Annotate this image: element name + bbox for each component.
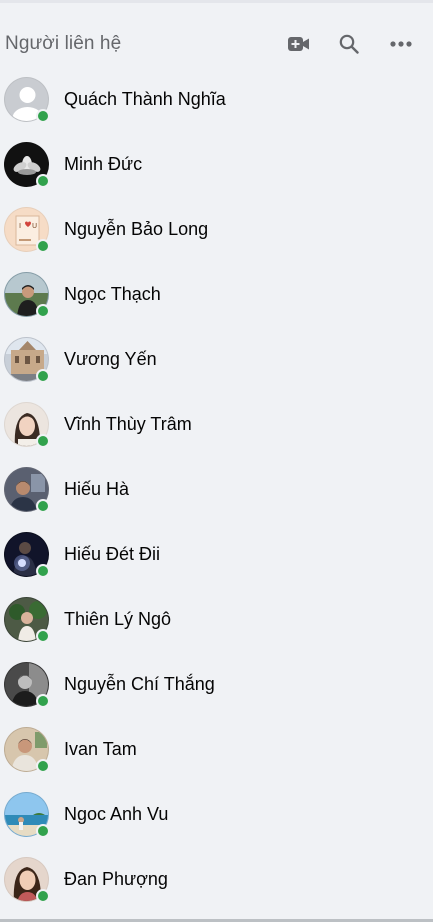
contact-name: Vương Yến [64,349,157,369]
online-status-dot [36,759,50,773]
contact-name: Nguyễn Chí Thắng [64,674,215,694]
contact-name: Ivan Tam [64,739,137,759]
online-status-dot [36,174,50,188]
contact-row[interactable]: I U Nguyễn Bảo Long [0,200,433,260]
contact-row[interactable]: Quách Thành Nghĩa [0,70,433,130]
contact-row[interactable]: Ngọc Thạch [0,265,433,325]
contact-name: Ngọc Thạch [64,284,161,304]
video-camera-plus-icon [288,36,310,52]
contact-name: Đan Phượng [64,869,168,889]
online-status-dot [36,369,50,383]
contact-name: Quách Thành Nghĩa [64,89,226,109]
contacts-title: Người liên hệ [5,33,122,54]
contact-row[interactable]: Minh Đức [0,135,433,195]
contact-row[interactable]: Vĩnh Thùy Trâm [0,395,433,455]
contact-row[interactable]: Hiếu Đét Đii [0,525,433,585]
online-status-dot [36,239,50,253]
search-contacts-button[interactable] [333,28,365,60]
online-status-dot [36,109,50,123]
contact-name: Minh Đức [64,154,143,174]
search-icon [339,34,359,54]
svg-text:U: U [32,222,37,230]
online-status-dot [36,629,50,643]
contact-name: Hiếu Hà [64,479,130,499]
svg-text:I: I [19,222,21,230]
online-status-dot [36,824,50,838]
online-status-dot [36,564,50,578]
more-options-button[interactable] [385,28,417,60]
new-room-button[interactable] [283,28,315,60]
online-status-dot [36,434,50,448]
contact-row[interactable]: Ngoc Anh Vu [0,785,433,845]
contact-row[interactable]: Vương Yến [0,330,433,390]
contact-name: Hiếu Đét Đii [64,544,161,564]
online-status-dot [36,889,50,903]
contacts-header: Người liên hệ [0,26,433,62]
online-status-dot [36,694,50,708]
contact-row[interactable]: Ivan Tam [0,720,433,780]
top-divider [0,0,433,3]
contact-name: Thiên Lý Ngô [64,609,172,629]
contact-row[interactable]: Nguyễn Chí Thắng [0,655,433,715]
contact-row[interactable]: Đan Phượng [0,850,433,910]
online-status-dot [36,499,50,513]
contact-name: Nguyễn Bảo Long [64,219,209,239]
contact-row[interactable]: Thiên Lý Ngô [0,590,433,650]
more-horizontal-icon [390,41,412,47]
contact-name: Ngoc Anh Vu [64,804,169,824]
contact-row[interactable]: Hiếu Hà [0,460,433,520]
online-status-dot [36,304,50,318]
contact-name: Vĩnh Thùy Trâm [64,414,192,434]
